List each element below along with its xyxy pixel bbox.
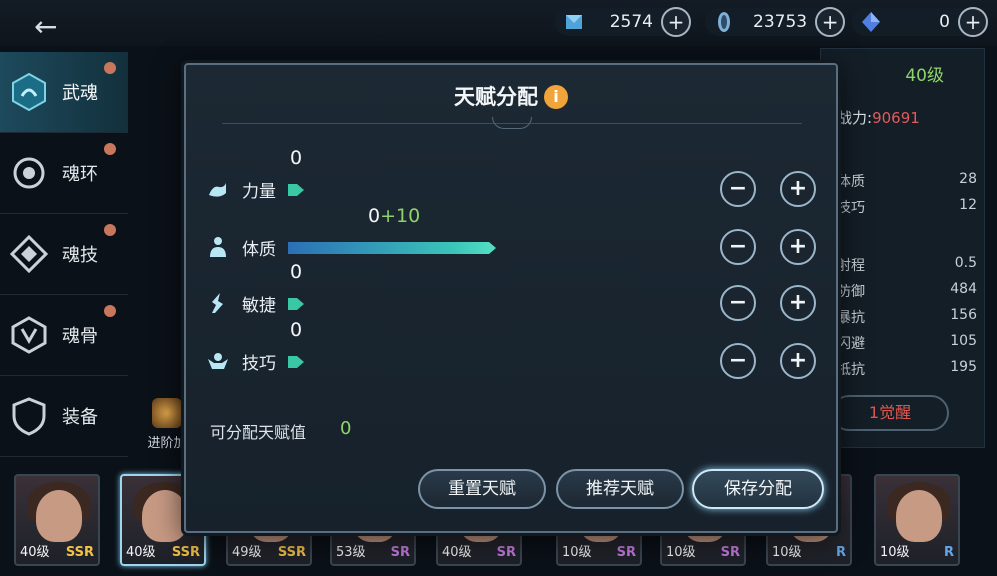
- sidebar-item-label: 魂骨: [62, 326, 98, 347]
- sidebar-item-soul-bone[interactable]: 魂骨: [0, 295, 128, 376]
- decrease-agility-button[interactable]: −: [720, 285, 756, 321]
- decrease-constitution-button[interactable]: −: [720, 229, 756, 265]
- attribute-name: 技巧: [242, 354, 276, 374]
- stat-row: 防御 484: [837, 281, 977, 300]
- resource-crystal: 2574 +: [555, 7, 691, 37]
- attribute-row-agility: 敏捷 0 − +: [206, 261, 816, 323]
- stat-row: 闪避 105: [837, 333, 977, 352]
- combat-power-value: 90691: [872, 109, 920, 127]
- advance-label: 进阶加: [147, 436, 187, 451]
- sidebar-item-soul-ring[interactable]: 魂环: [0, 133, 128, 214]
- combat-power-label: 战力:: [837, 109, 873, 127]
- soul-ring-icon: [8, 152, 50, 194]
- recommend-talent-button[interactable]: 推荐天赋: [556, 469, 684, 509]
- attribute-value: 0: [290, 147, 303, 169]
- agility-icon: [212, 293, 223, 313]
- stat-row: 抵抗 195: [837, 359, 977, 378]
- increase-agility-button[interactable]: +: [780, 285, 816, 321]
- title-ornament: [492, 117, 532, 129]
- sidebar-item-label: 魂技: [62, 245, 98, 266]
- add-blue-gem-button[interactable]: +: [958, 7, 988, 37]
- available-points-value: 0: [340, 418, 352, 439]
- crystal-icon: [566, 15, 582, 29]
- attribute-row-strength: 力量 0 − +: [206, 147, 816, 209]
- save-allocation-button[interactable]: 保存分配: [692, 469, 824, 509]
- awaken-button[interactable]: 1觉醒: [831, 395, 949, 431]
- sidebar-item-label: 武魂: [62, 83, 98, 104]
- back-arrow-icon[interactable]: ←: [34, 12, 57, 42]
- attribute-bar: [288, 298, 304, 310]
- attribute-name: 力量: [242, 182, 276, 202]
- sidebar: 武魂 魂环 魂技 魂骨 装备: [0, 52, 128, 457]
- sidebar-item-equipment[interactable]: 装备: [0, 376, 128, 457]
- attribute-bar: [288, 242, 496, 254]
- notification-dot: [104, 305, 116, 317]
- soul-bone-icon: [8, 314, 50, 356]
- reset-talent-button[interactable]: 重置天赋: [418, 469, 546, 509]
- soul-skill-icon: [8, 233, 50, 275]
- attribute-bar: [288, 356, 304, 368]
- notification-dot: [104, 62, 116, 74]
- attribute-value: 0: [290, 319, 303, 341]
- hero-level: 40级: [905, 66, 944, 86]
- soul-coin-icon: [718, 12, 730, 32]
- dialog-title: 天赋分配 i: [186, 81, 836, 111]
- constitution-icon: [210, 237, 226, 257]
- resource-value: 2574: [609, 12, 653, 32]
- dialog-title-text: 天赋分配: [454, 85, 538, 109]
- character-card[interactable]: 10级 R: [874, 474, 960, 566]
- hero-info-panel: 40级 战力:90691 体质 28 技巧 12 射程 0.5 防御 484 暴抗 156…: [820, 48, 985, 448]
- martial-soul-icon: [8, 71, 50, 113]
- technique-icon: [208, 353, 228, 369]
- increase-technique-button[interactable]: +: [780, 343, 816, 379]
- increase-constitution-button[interactable]: +: [780, 229, 816, 265]
- talent-allocation-dialog: 天赋分配 i 力量 0 − + 体质 0+10 − + 敏捷 0 − + 技巧 …: [184, 63, 838, 533]
- sidebar-item-label: 装备: [62, 407, 98, 428]
- combat-power: 战力:90691: [837, 107, 920, 128]
- resource-value: 23753: [753, 12, 808, 32]
- attribute-value: 0: [290, 261, 303, 283]
- resource-value: 0: [939, 12, 950, 32]
- available-points-label: 可分配天赋值: [210, 423, 307, 442]
- resource-soul-coin: 23753 +: [705, 7, 846, 37]
- strength-icon: [209, 183, 226, 197]
- attribute-row-technique: 技巧 0 − +: [206, 319, 816, 381]
- decrease-strength-button[interactable]: −: [720, 171, 756, 207]
- attribute-name: 敏捷: [242, 296, 276, 316]
- stat-row: 暴抗 156: [837, 307, 977, 326]
- top-bar: ← 2574 + 23753 + 0 +: [0, 0, 997, 46]
- add-soul-coin-button[interactable]: +: [815, 7, 846, 37]
- sidebar-item-martial-soul[interactable]: 武魂: [0, 52, 128, 133]
- attribute-name: 体质: [242, 240, 276, 260]
- sidebar-item-soul-skill[interactable]: 魂技: [0, 214, 128, 295]
- stat-row: 射程 0.5: [837, 255, 977, 274]
- sidebar-item-label: 魂环: [62, 164, 98, 185]
- stat-row: 技巧 12: [837, 197, 977, 216]
- stat-row: 体质 28: [837, 171, 977, 190]
- advance-icon: [152, 398, 182, 428]
- add-crystal-button[interactable]: +: [661, 7, 691, 37]
- blue-gem-icon: [862, 12, 880, 32]
- attribute-value: 0+10: [368, 205, 421, 227]
- notification-dot: [104, 143, 116, 155]
- info-icon[interactable]: i: [544, 85, 568, 109]
- attribute-bar: [288, 184, 304, 196]
- decrease-technique-button[interactable]: −: [720, 343, 756, 379]
- equipment-icon: [8, 395, 50, 437]
- notification-dot: [104, 224, 116, 236]
- character-card[interactable]: 40级 SSR: [14, 474, 100, 566]
- resource-blue-gem: 0 +: [852, 7, 988, 37]
- increase-strength-button[interactable]: +: [780, 171, 816, 207]
